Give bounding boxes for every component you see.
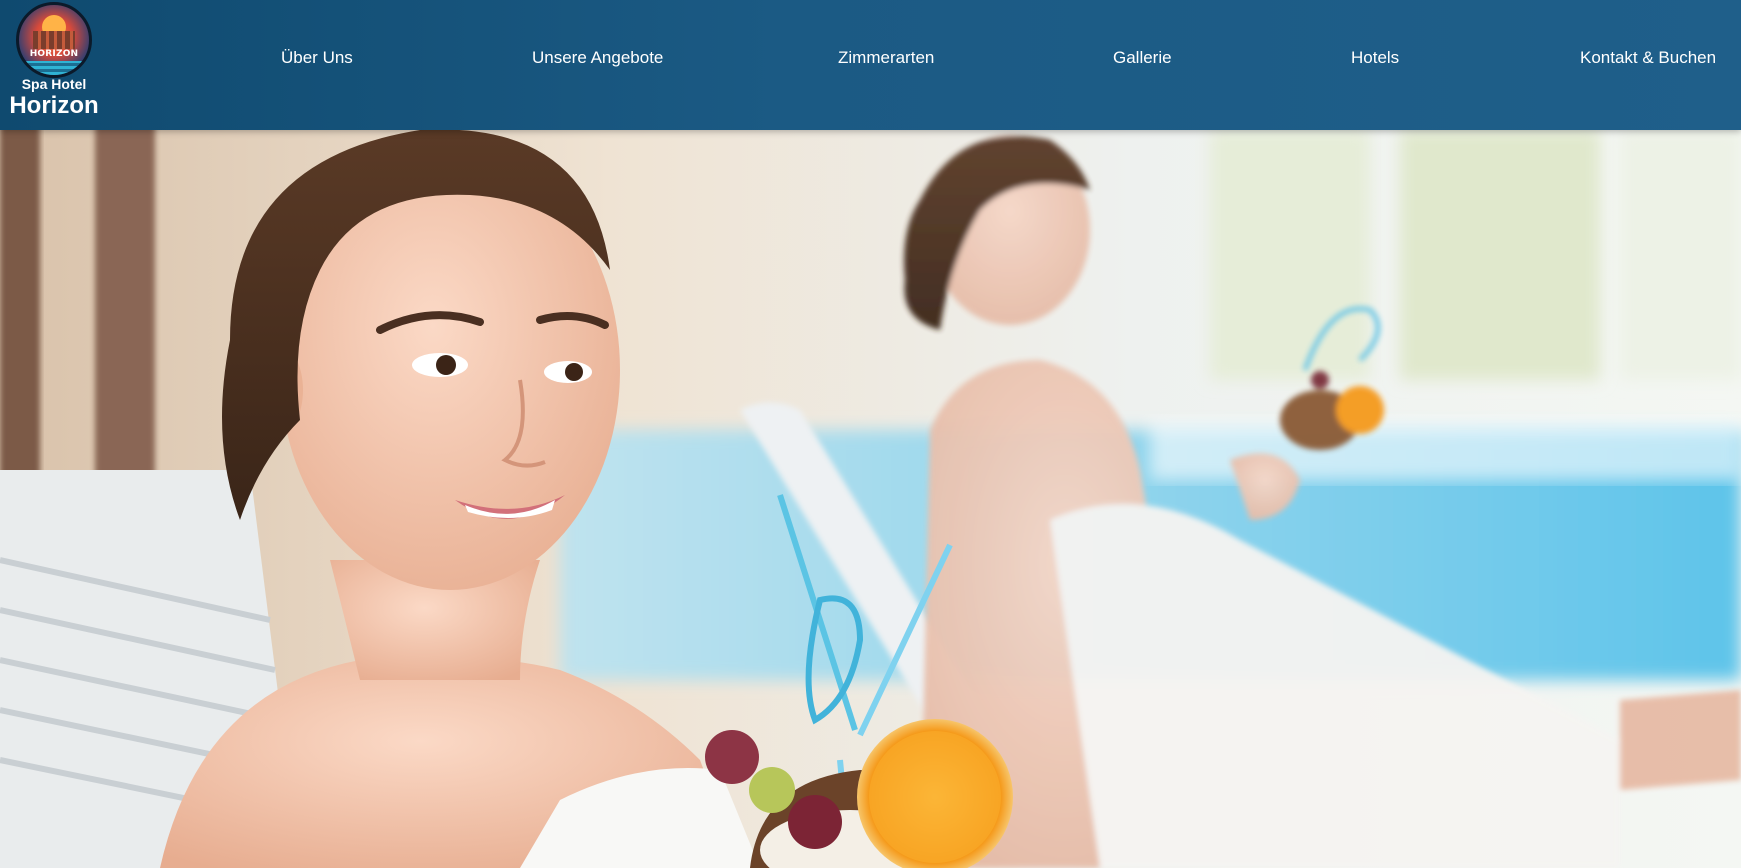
page: HORIZON Spa Hotel Horizon Über Uns Unser… — [0, 0, 1741, 868]
brand-logo[interactable]: HORIZON Spa Hotel Horizon — [6, 2, 102, 122]
logo-badge-text: HORIZON — [29, 49, 79, 59]
hero-spa-photo — [0, 0, 1741, 868]
hero-image — [0, 0, 1741, 868]
brand-subtitle: Spa Hotel — [21, 76, 87, 92]
nav-link-hotels[interactable]: Hotels — [1351, 48, 1399, 68]
nav-link-unsere-angebote[interactable]: Unsere Angebote — [532, 48, 663, 68]
top-navigation-bar: HORIZON Spa Hotel Horizon Über Uns Unser… — [0, 0, 1741, 130]
logo-waves-shape — [19, 61, 89, 75]
nav-link-kontakt-buchen[interactable]: Kontakt & Buchen — [1580, 48, 1716, 68]
nav-link-zimmerarten[interactable]: Zimmerarten — [838, 48, 934, 68]
nav-link-ueber-uns[interactable]: Über Uns — [281, 48, 353, 68]
nav-link-gallerie[interactable]: Gallerie — [1113, 48, 1172, 68]
logo-badge-icon: HORIZON — [16, 2, 92, 78]
brand-name: Horizon — [9, 92, 99, 119]
logo-building-shape — [33, 31, 75, 49]
